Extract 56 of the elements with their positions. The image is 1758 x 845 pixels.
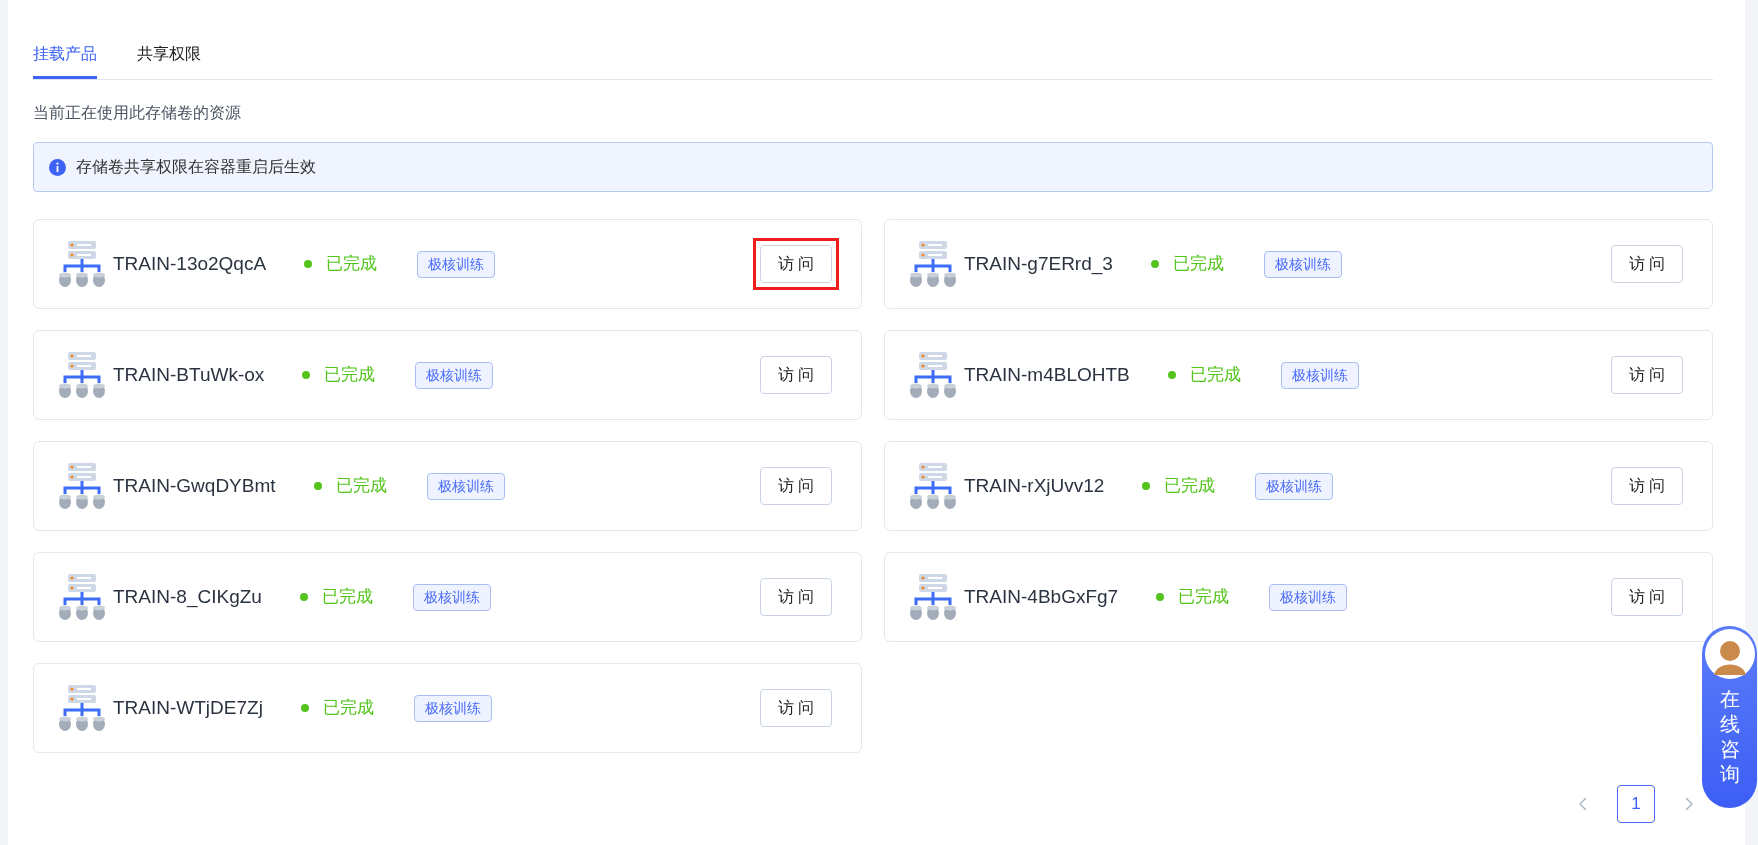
resource-name: TRAIN-BTuWk-ox xyxy=(113,362,265,387)
product-tag: 极核训练 xyxy=(417,250,496,278)
server-network-icon xyxy=(910,240,956,288)
visit-button[interactable]: 访 问 xyxy=(760,356,832,394)
visit-button[interactable]: 访 问 xyxy=(1611,245,1683,283)
next-page-icon[interactable] xyxy=(1685,797,1693,811)
product-tag: 极核训练 xyxy=(412,583,491,611)
resource-name: TRAIN-g7ERrd_3 xyxy=(964,251,1113,277)
product-tag: 极核训练 xyxy=(1255,472,1334,500)
product-tag: 极核训练 xyxy=(1269,583,1348,611)
resource-name: TRAIN-GwqDYBmt xyxy=(113,473,276,498)
server-network-icon xyxy=(910,573,956,621)
avatar-icon xyxy=(1704,629,1755,679)
visit-button[interactable]: 访 问 xyxy=(760,245,832,283)
section-description: 当前正在使用此存储卷的资源 xyxy=(33,103,242,123)
visit-button[interactable]: 访 问 xyxy=(760,578,832,616)
product-tag: 极核训练 xyxy=(1280,361,1359,389)
product-tag: 极核训练 xyxy=(413,694,492,722)
server-network-icon xyxy=(59,462,105,510)
alert-text: 存储卷共享权限在容器重启后生效 xyxy=(76,157,316,177)
status-text: 已完成 xyxy=(324,364,376,387)
resource-name: TRAIN-m4BLOHTB xyxy=(964,362,1130,387)
product-tag: 极核训练 xyxy=(426,472,505,500)
resource-name: TRAIN-13o2QqcA xyxy=(113,251,267,276)
status-text: 已完成 xyxy=(1172,253,1224,276)
resource-name: TRAIN-WTjDE7Zj xyxy=(113,695,263,720)
visit-button[interactable]: 访 问 xyxy=(1611,356,1683,394)
status-text: 已完成 xyxy=(321,586,373,609)
status-text: 已完成 xyxy=(335,475,387,498)
tab[interactable]: 共享权限 xyxy=(137,42,201,79)
server-network-icon xyxy=(59,684,105,732)
visit-button[interactable]: 访 问 xyxy=(1611,467,1683,505)
visit-button[interactable]: 访 问 xyxy=(760,689,832,727)
status-text: 已完成 xyxy=(326,253,378,276)
tab[interactable]: 挂载产品 xyxy=(33,42,97,79)
product-tag: 极核训练 xyxy=(415,361,494,389)
resource-name: TRAIN-4BbGxFg7 xyxy=(964,584,1119,609)
status-text: 已完成 xyxy=(1164,475,1216,498)
status-text: 已完成 xyxy=(1178,586,1230,609)
resource-name: TRAIN-8_CIKgZu xyxy=(113,584,262,610)
server-network-icon xyxy=(910,462,956,510)
visit-button[interactable]: 访 问 xyxy=(1611,578,1683,616)
server-network-icon xyxy=(910,351,956,399)
resource-name: TRAIN-rXjUvv12 xyxy=(964,473,1105,498)
product-tag: 极核训练 xyxy=(1263,250,1342,278)
page-button[interactable]: 1 xyxy=(1617,785,1655,823)
info-icon xyxy=(49,158,66,176)
server-network-icon xyxy=(59,351,105,399)
server-network-icon xyxy=(59,240,105,288)
status-text: 已完成 xyxy=(1189,364,1241,387)
visit-button[interactable]: 访 问 xyxy=(760,467,832,505)
previous-page-icon[interactable] xyxy=(1579,797,1587,811)
online-consult-widget[interactable]: 在线咨询 xyxy=(1702,626,1757,808)
status-text: 已完成 xyxy=(322,697,374,720)
server-network-icon xyxy=(59,573,105,621)
consult-label: 在线咨询 xyxy=(1719,687,1740,787)
